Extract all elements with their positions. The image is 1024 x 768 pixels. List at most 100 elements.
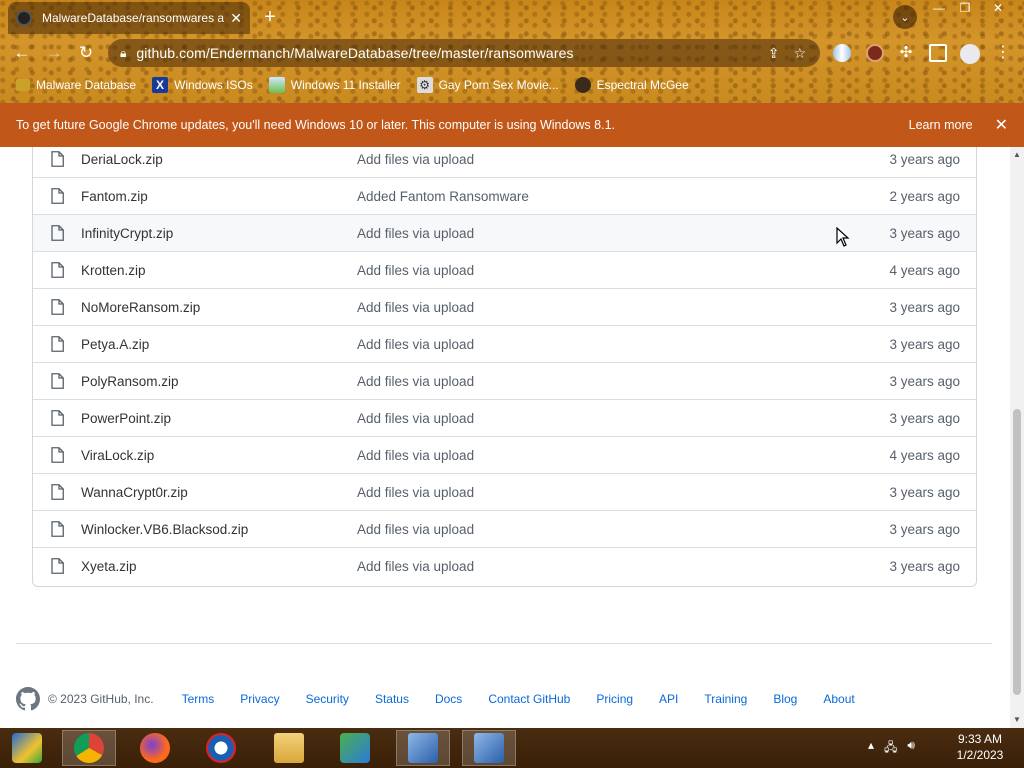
footer-link-blog[interactable]: Blog <box>773 692 797 706</box>
file-row[interactable]: Petya.A.zip Add files via upload 3 years a… <box>33 326 976 363</box>
file-name-link[interactable]: NoMoreRansom.zip <box>81 300 200 315</box>
taskbar-file-explorer[interactable] <box>262 730 316 766</box>
minimize-button[interactable]: — <box>925 0 953 18</box>
footer-link-pricing[interactable]: Pricing <box>596 692 633 706</box>
taskbar-clock[interactable]: 9:33 AM 1/2/2023 <box>940 731 1020 763</box>
bookmark-item[interactable]: Espectral McGee <box>574 77 689 93</box>
footer-link-terms[interactable]: Terms <box>182 692 215 706</box>
footer: © 2023 GitHub, Inc. Terms Privacy Securi… <box>16 685 881 713</box>
file-name-link[interactable]: Xyeta.zip <box>81 559 137 574</box>
commit-message-link[interactable]: Add files via upload <box>357 300 474 315</box>
file-name-link[interactable]: DeriaLock.zip <box>81 152 163 167</box>
file-name-link[interactable]: Winlocker.VB6.Blacksod.zip <box>81 522 248 537</box>
scroll-down-arrow-icon[interactable]: ▼ <box>1010 715 1024 724</box>
start-button[interactable] <box>0 730 54 766</box>
file-row[interactable]: ViraLock.zip Add files via upload 4 years … <box>33 437 976 474</box>
new-tab-button[interactable]: + <box>260 6 280 28</box>
footer-link-security[interactable]: Security <box>306 692 349 706</box>
footer-link-status[interactable]: Status <box>375 692 409 706</box>
taskbar-network-app[interactable] <box>328 730 382 766</box>
commit-age: 3 years ago <box>889 299 960 315</box>
side-panel-icon[interactable] <box>929 44 947 62</box>
network-icon[interactable]: 🖧︎ <box>884 738 897 759</box>
file-name-link[interactable]: PowerPoint.zip <box>81 411 171 426</box>
infobar-close-icon[interactable]: ✕ <box>995 115 1008 135</box>
footer-link-about[interactable]: About <box>823 692 854 706</box>
taskbar-firefox[interactable] <box>128 730 182 766</box>
file-name-link[interactable]: Krotten.zip <box>81 263 146 278</box>
restore-button[interactable]: ❐ <box>951 0 979 18</box>
file-row[interactable]: Xyeta.zip Add files via upload 3 years ago <box>33 548 976 585</box>
file-name-link[interactable]: Fantom.zip <box>81 189 148 204</box>
commit-message-link[interactable]: Add files via upload <box>357 485 474 500</box>
bookmark-star-icon[interactable]: ☆ <box>793 45 806 62</box>
tab-search-button[interactable]: ⌄ <box>893 5 917 29</box>
bookmark-label: Windows ISOs <box>174 78 253 92</box>
commit-age: 3 years ago <box>889 521 960 537</box>
file-icon <box>51 262 64 278</box>
taskbar-obama-app[interactable] <box>194 730 248 766</box>
menu-kebab-icon[interactable]: ⋮ <box>994 44 1012 62</box>
profile-avatar-icon[interactable] <box>960 44 980 64</box>
taskbar-remote-desktop-2[interactable] <box>462 730 516 766</box>
bookmark-item[interactable]: X Windows ISOs <box>152 77 253 93</box>
commit-message-link[interactable]: Add files via upload <box>357 448 474 463</box>
footer-link-docs[interactable]: Docs <box>435 692 462 706</box>
footer-link-privacy[interactable]: Privacy <box>240 692 279 706</box>
commit-age: 3 years ago <box>889 373 960 389</box>
commit-message-link[interactable]: Add files via upload <box>357 522 474 537</box>
forward-button[interactable]: → <box>43 42 65 64</box>
learn-more-link[interactable]: Learn more <box>909 118 973 132</box>
chevron-down-icon: ⌄ <box>900 11 910 24</box>
commit-message-link[interactable]: Add files via upload <box>357 374 474 389</box>
close-window-button[interactable]: ✕ <box>984 0 1012 18</box>
commit-message-link[interactable]: Add files via upload <box>357 226 474 241</box>
file-row[interactable]: InfinityCrypt.zip Add files via upload 3 y… <box>33 215 976 252</box>
taskbar-remote-desktop-1[interactable] <box>396 730 450 766</box>
show-hidden-icons-icon[interactable]: ▴ <box>868 738 874 759</box>
vertical-scrollbar[interactable]: ▲ ▼ <box>1010 147 1024 728</box>
commit-age: 3 years ago <box>889 225 960 241</box>
tab-close-icon[interactable]: ✕ <box>230 10 242 27</box>
back-button[interactable]: ← <box>11 42 33 64</box>
file-name-link[interactable]: ViraLock.zip <box>81 448 154 463</box>
file-name-link[interactable]: Petya.A.zip <box>81 337 149 352</box>
commit-age: 3 years ago <box>889 151 960 167</box>
commit-message-link[interactable]: Add files via upload <box>357 152 474 167</box>
commit-message-link[interactable]: Add files via upload <box>357 263 474 278</box>
taskbar-chrome[interactable] <box>62 730 116 766</box>
file-name-link[interactable]: WannaCrypt0r.zip <box>81 485 188 500</box>
file-name-link[interactable]: PolyRansom.zip <box>81 374 179 389</box>
file-row[interactable]: PolyRansom.zip Add files via upload 3 year… <box>33 363 976 400</box>
extension-flag-icon[interactable] <box>833 44 851 62</box>
file-row[interactable]: Fantom.zip Added Fantom Ransomware 2 years… <box>33 178 976 215</box>
volume-icon[interactable]: 🔊︎ <box>907 738 915 759</box>
file-row[interactable]: NoMoreRansom.zip Add files via upload 3 ye… <box>33 289 976 326</box>
github-logo-icon[interactable] <box>16 687 40 711</box>
commit-message-link[interactable]: Add files via upload <box>357 411 474 426</box>
file-row[interactable]: WannaCrypt0r.zip Add files via upload 3 ye… <box>33 474 976 511</box>
share-icon[interactable]: ⇪ <box>768 45 780 62</box>
bookmark-item[interactable]: ⚙ Gay Porn Sex Movie... <box>416 77 559 93</box>
commit-age: 3 years ago <box>889 484 960 500</box>
file-row[interactable]: DeriaLock.zip Add files via upload 3 years… <box>33 147 976 178</box>
footer-link-contact[interactable]: Contact GitHub <box>488 692 570 706</box>
commit-message-link[interactable]: Add files via upload <box>357 559 474 574</box>
scroll-up-arrow-icon[interactable]: ▲ <box>1010 150 1024 159</box>
file-row[interactable]: Winlocker.VB6.Blacksod.zip Add files via … <box>33 511 976 548</box>
address-bar[interactable]: 🔒︎ github.com/Endermanch/MalwareDatabase… <box>108 39 820 67</box>
file-row[interactable]: Krotten.zip Add files via upload 4 years a… <box>33 252 976 289</box>
reload-button[interactable]: ↻ <box>75 42 97 64</box>
browser-tab[interactable]: MalwareDatabase/ransomwares a ✕ <box>8 2 250 34</box>
bookmark-item[interactable]: Malware Database <box>16 78 136 92</box>
footer-link-api[interactable]: API <box>659 692 678 706</box>
file-row[interactable]: PowerPoint.zip Add files via upload 3 year… <box>33 400 976 437</box>
bookmark-item[interactable]: Windows 11 Installer <box>268 77 401 93</box>
file-name-link[interactable]: InfinityCrypt.zip <box>81 226 173 241</box>
commit-message-link[interactable]: Add files via upload <box>357 337 474 352</box>
extensions-puzzle-icon[interactable]: ✣ <box>897 44 915 62</box>
footer-link-training[interactable]: Training <box>704 692 747 706</box>
scrollbar-thumb[interactable] <box>1013 409 1021 695</box>
commit-message-link[interactable]: Added Fantom Ransomware <box>357 189 529 204</box>
extension-avatar-icon[interactable] <box>866 44 884 62</box>
